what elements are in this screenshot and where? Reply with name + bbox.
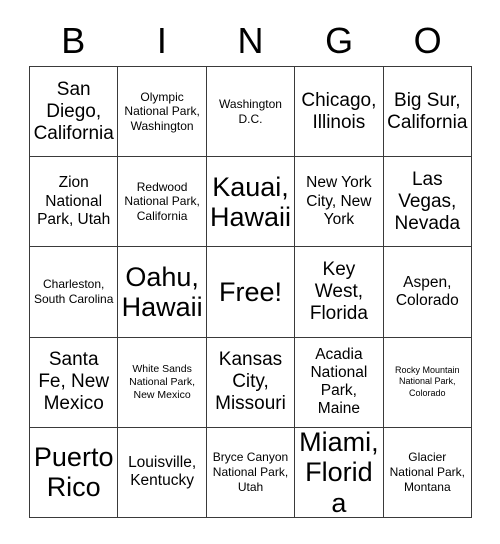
bingo-free-space[interactable]: Free! xyxy=(206,247,296,338)
bingo-cell-r4c3[interactable]: Kansas City, Missouri xyxy=(206,337,296,428)
bingo-cell-r4c2[interactable]: White Sands National Park, New Mexico xyxy=(118,337,207,428)
bingo-cell-label: White Sands National Park, New Mexico xyxy=(129,362,196,401)
bingo-cell-label: Zion National Park, Utah xyxy=(37,174,111,228)
bingo-header-letter-g: G xyxy=(325,20,354,61)
bingo-cell-label: Rocky Mountain National Park, Colorado xyxy=(395,364,460,399)
bingo-cell-label: Puerto Rico xyxy=(33,442,114,503)
bingo-cell-label: Acadia National Park, Maine xyxy=(310,345,368,418)
bingo-cell-label: Washington D.C. xyxy=(219,96,282,126)
bingo-cell-label: Glacier National Park, Montana xyxy=(389,450,465,494)
bingo-cell-r1c2[interactable]: Olympic National Park, Washington xyxy=(118,67,207,158)
bingo-cell-r4c5[interactable]: Rocky Mountain National Park, Colorado xyxy=(383,337,472,428)
bingo-cell-label: Big Sur, California xyxy=(387,89,468,133)
bingo-cell-r3c2[interactable]: Oahu, Hawaii xyxy=(118,247,207,338)
bingo-cell-label: Redwood National Park, California xyxy=(124,179,200,224)
bingo-grid: San Diego, California Olympic National Pa… xyxy=(29,66,472,518)
bingo-cell-r5c3[interactable]: Bryce Canyon National Park, Utah xyxy=(206,427,296,518)
bingo-cell-r1c3[interactable]: Washington D.C. xyxy=(206,67,296,158)
bingo-cell-label: Aspen, Colorado xyxy=(395,273,459,309)
bingo-cell-label: Olympic National Park, Washington xyxy=(124,89,200,133)
bingo-cell-label: Free! xyxy=(218,276,282,307)
bingo-cell-r3c1[interactable]: Charleston, South Carolina xyxy=(30,247,119,338)
bingo-cell-r1c1[interactable]: San Diego, California xyxy=(30,67,119,158)
bingo-cell-label: New York City, New York xyxy=(306,174,372,228)
bingo-cell-label: San Diego, California xyxy=(33,78,114,144)
bingo-cell-r5c4[interactable]: Miami, Florida xyxy=(295,427,384,518)
bingo-cell-label: Oahu, Hawaii xyxy=(121,261,203,322)
bingo-cell-r5c2[interactable]: Louisville, Kentucky xyxy=(118,427,207,518)
bingo-header-letter-i: I xyxy=(156,20,167,61)
bingo-cell-label: Kauai, Hawaii xyxy=(209,171,291,232)
bingo-cell-label: Las Vegas, Nevada xyxy=(394,168,461,234)
bingo-header-letter-n: N xyxy=(237,20,264,61)
bingo-cell-r2c4[interactable]: New York City, New York xyxy=(295,157,384,248)
bingo-cell-label: Miami, Florida xyxy=(299,427,379,518)
bingo-header-letter-o: O xyxy=(413,20,442,61)
bingo-cell-r3c4[interactable]: Key West, Florida xyxy=(295,247,384,338)
bingo-cell-r4c4[interactable]: Acadia National Park, Maine xyxy=(295,337,384,428)
bingo-cell-r2c2[interactable]: Redwood National Park, California xyxy=(118,157,207,248)
bingo-cell-r2c5[interactable]: Las Vegas, Nevada xyxy=(383,157,472,248)
bingo-header-letter-b: B xyxy=(61,20,86,61)
bingo-cell-label: Key West, Florida xyxy=(309,258,368,324)
bingo-cell-r5c5[interactable]: Glacier National Park, Montana xyxy=(383,427,472,518)
bingo-cell-r1c4[interactable]: Chicago, Illinois xyxy=(295,67,384,158)
bingo-card: B I N G O San Diego, California Olympic Natio… xyxy=(0,0,500,544)
bingo-cell-r1c5[interactable]: Big Sur, California xyxy=(383,67,472,158)
bingo-cell-label: Kansas City, Missouri xyxy=(215,349,286,415)
bingo-cell-r4c1[interactable]: Santa Fe, New Mexico xyxy=(30,337,119,428)
bingo-cell-label: Bryce Canyon National Park, Utah xyxy=(212,450,289,494)
bingo-cell-r5c1[interactable]: Puerto Rico xyxy=(30,427,119,518)
bingo-cell-label: Charleston, South Carolina xyxy=(34,277,114,306)
bingo-cell-r2c3[interactable]: Kauai, Hawaii xyxy=(206,157,296,248)
bingo-header: BINGO xyxy=(29,16,472,66)
bingo-cell-label: Chicago, Illinois xyxy=(301,89,377,133)
bingo-cell-label: Louisville, Kentucky xyxy=(128,454,197,490)
bingo-cell-r2c1[interactable]: Zion National Park, Utah xyxy=(30,157,119,248)
bingo-cell-r3c5[interactable]: Aspen, Colorado xyxy=(383,247,472,338)
bingo-cell-label: Santa Fe, New Mexico xyxy=(38,349,110,415)
